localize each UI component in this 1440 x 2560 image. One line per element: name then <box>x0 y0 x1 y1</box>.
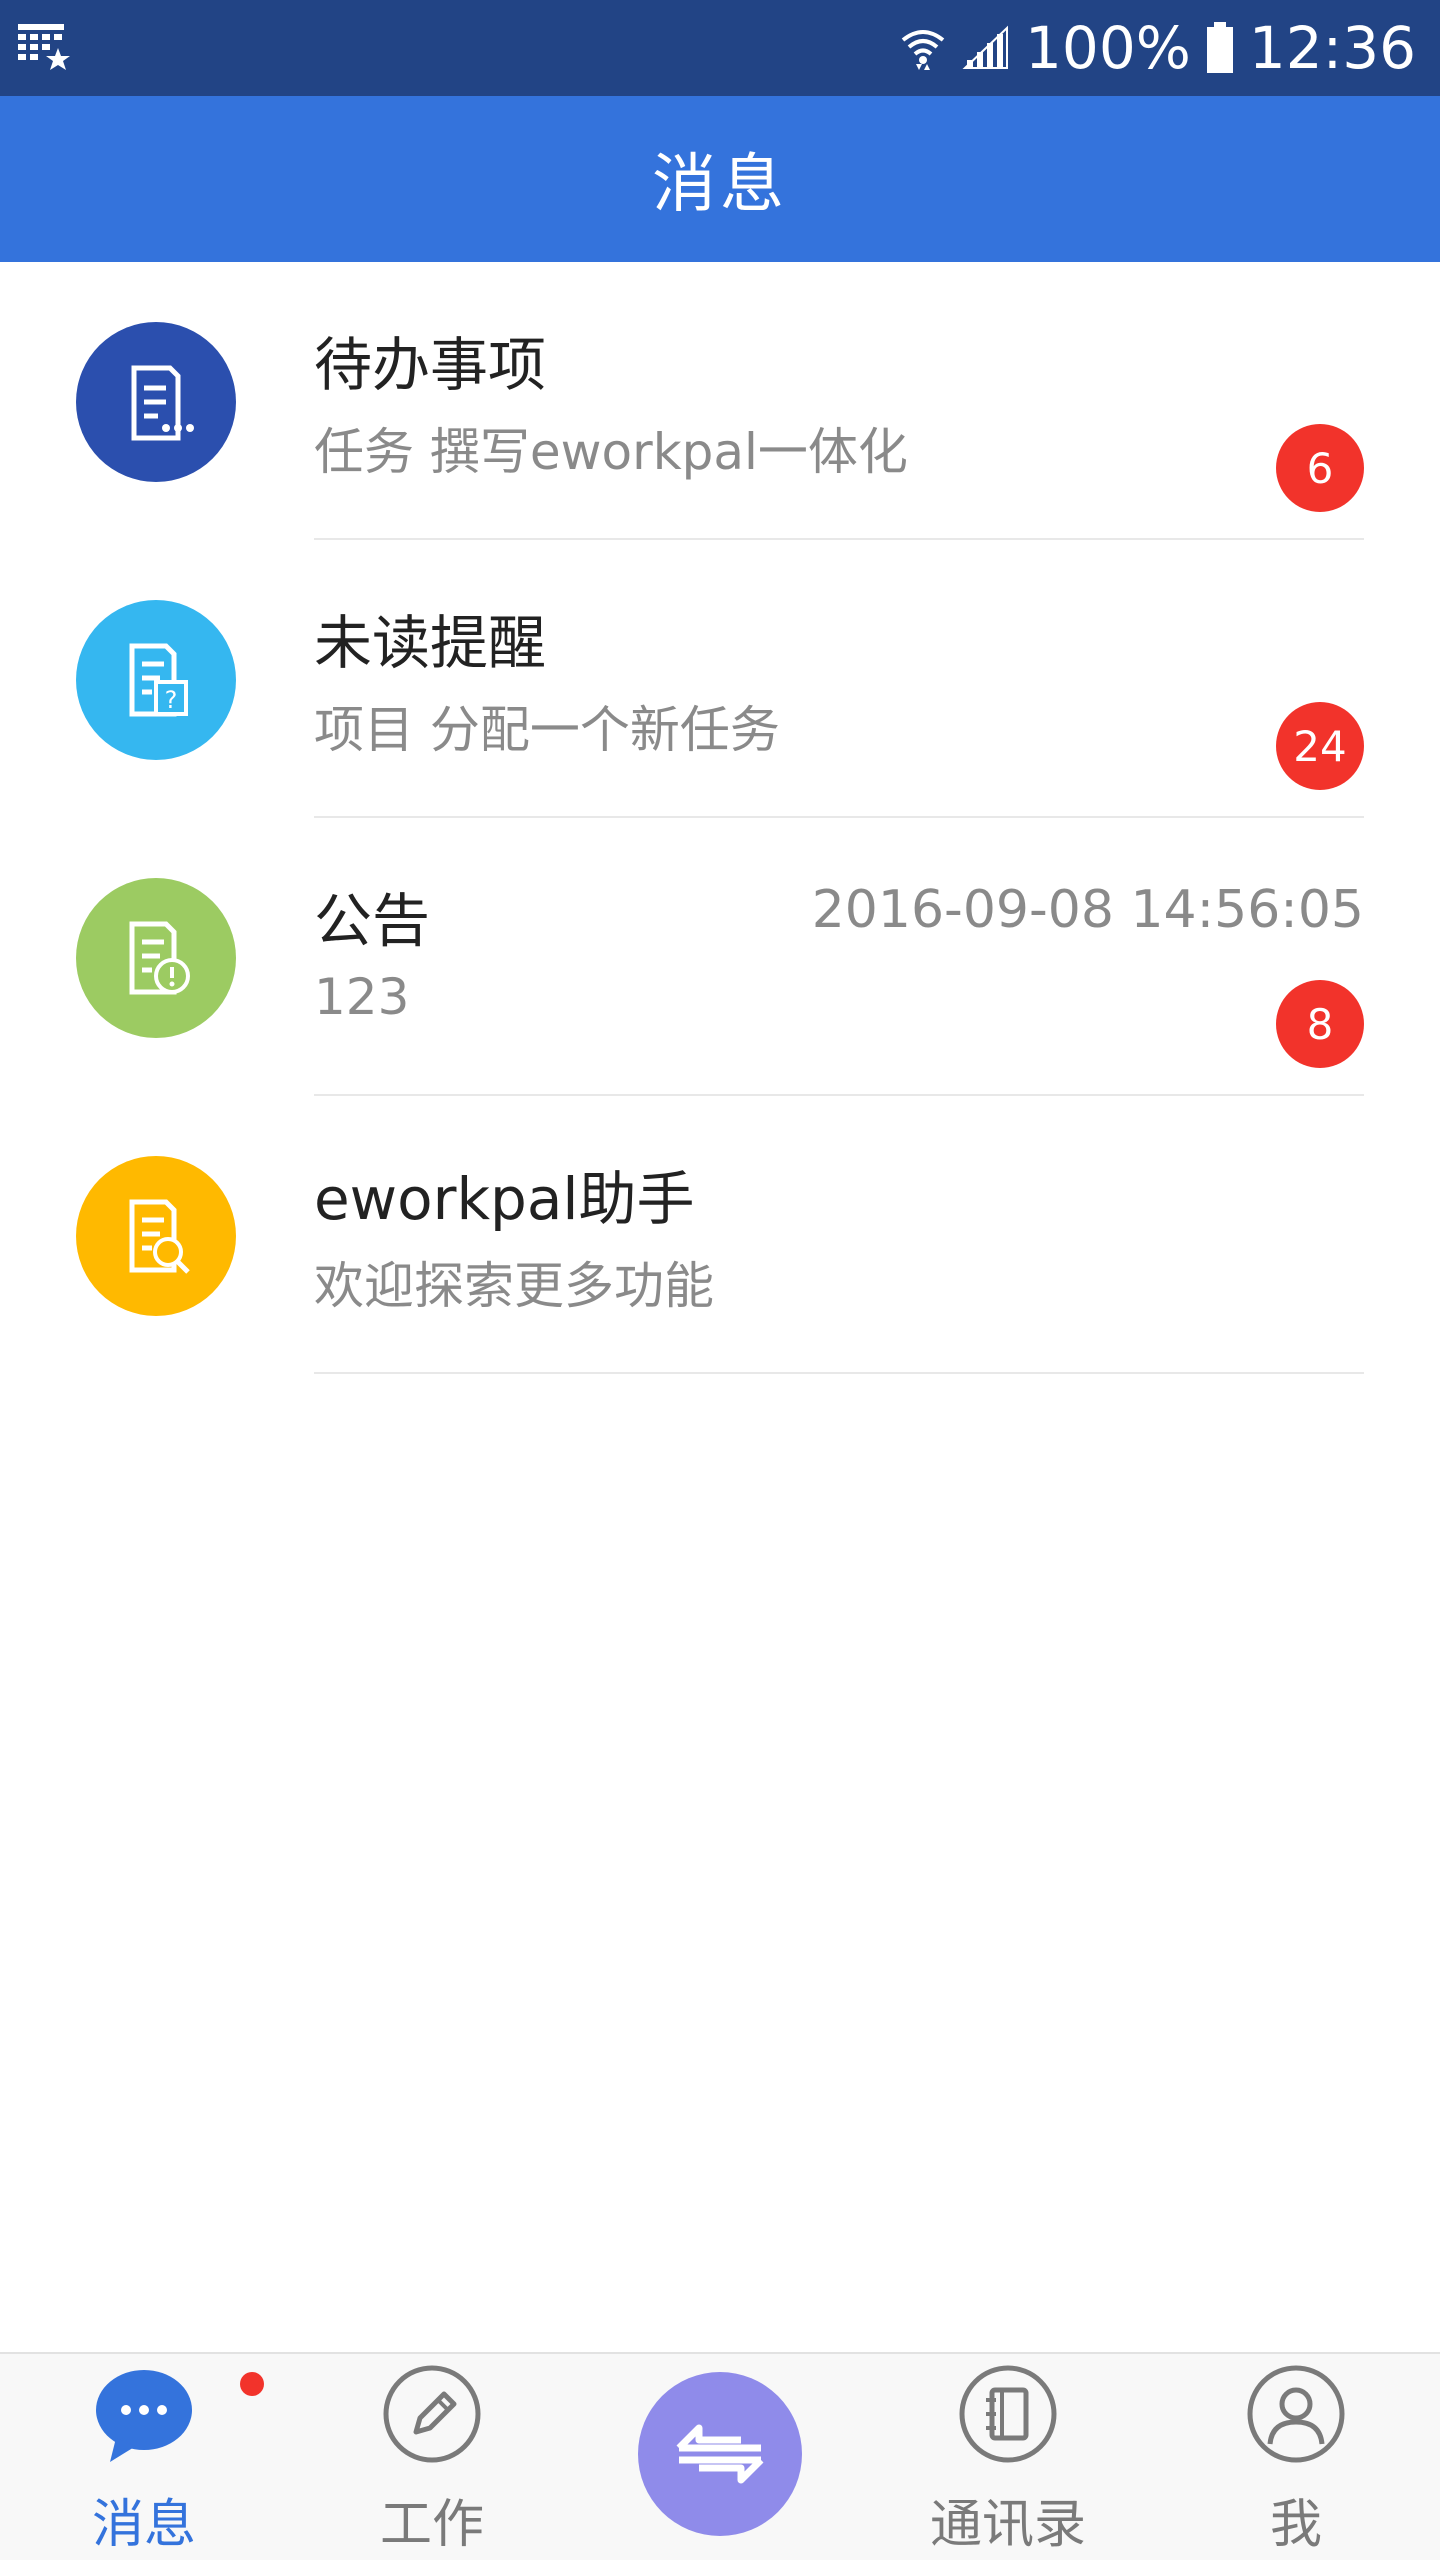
clock: 12:36 <box>1248 14 1416 82</box>
item-timestamp: 2016-09-08 14:56:05 <box>811 880 1364 940</box>
center-action-button[interactable] <box>638 2372 802 2536</box>
message-list: 待办事项 任务 撰写eworkpal一体化 6 ? 未读提醒 项目 分配一个新任… <box>0 262 1440 1374</box>
nav-tab-me[interactable]: 我 <box>1176 2354 1416 2560</box>
status-bar: 100% 12:36 <box>0 0 1440 96</box>
wifi-icon <box>901 30 945 70</box>
item-title: 公告 <box>314 887 431 955</box>
calendar-star-icon <box>18 24 70 70</box>
avatar <box>76 1156 236 1316</box>
list-item-todo[interactable]: 待办事项 任务 撰写eworkpal一体化 6 <box>0 262 1440 540</box>
app-header: 消息 <box>0 96 1440 262</box>
user-icon <box>1247 2365 1345 2463</box>
battery-icon <box>1206 22 1233 73</box>
unread-badge: 6 <box>1276 424 1364 512</box>
unread-badge: 24 <box>1276 702 1364 790</box>
avatar <box>76 322 236 482</box>
nav-tab-messages[interactable]: 消息 <box>24 2354 264 2560</box>
notification-dot <box>240 2372 264 2396</box>
svg-text:?: ? <box>165 686 178 714</box>
document-search-icon <box>129 1199 190 1274</box>
nav-label: 工作 <box>379 2495 484 2555</box>
battery-percent: 100% <box>1025 14 1191 82</box>
item-preview: 欢迎探索更多功能 <box>314 1257 714 1315</box>
unread-badge: 8 <box>1276 980 1364 1068</box>
item-preview: 任务 撰写eworkpal一体化 <box>314 423 908 481</box>
item-title: 待办事项 <box>314 331 547 399</box>
signal-icon <box>962 25 1009 69</box>
item-preview: 123 <box>314 968 410 1026</box>
swap-arrows-icon <box>676 2424 764 2484</box>
pencil-icon <box>383 2365 481 2463</box>
avatar <box>76 878 236 1038</box>
nav-label: 消息 <box>91 2495 196 2555</box>
page-title: 消息 <box>652 148 788 222</box>
list-item-unread-reminders[interactable]: ? 未读提醒 项目 分配一个新任务 24 <box>0 540 1440 818</box>
chat-bubble-icon <box>96 2370 192 2462</box>
nav-label: 通讯录 <box>929 2495 1086 2555</box>
contacts-book-icon <box>959 2365 1057 2463</box>
nav-tab-contacts[interactable]: 通讯录 <box>888 2354 1128 2560</box>
nav-tab-work[interactable]: 工作 <box>312 2354 552 2560</box>
status-indicators: 100% 12:36 <box>899 0 1416 96</box>
item-title: eworkpal助手 <box>314 1165 695 1233</box>
bottom-nav: 消息 工作 通讯录 我 <box>0 2352 1440 2560</box>
item-preview: 项目 分配一个新任务 <box>314 701 780 759</box>
list-item-announcement[interactable]: 公告 2016-09-08 14:56:05 123 8 <box>0 818 1440 1096</box>
avatar: ? <box>76 600 236 760</box>
document-more-icon <box>131 365 194 441</box>
nav-label: 我 <box>1269 2495 1322 2555</box>
document-question-icon: ? <box>129 643 188 717</box>
document-alert-icon <box>129 921 190 995</box>
list-item-assistant[interactable]: eworkpal助手 欢迎探索更多功能 <box>0 1096 1440 1374</box>
item-title: 未读提醒 <box>314 609 547 677</box>
divider <box>314 1372 1364 1374</box>
